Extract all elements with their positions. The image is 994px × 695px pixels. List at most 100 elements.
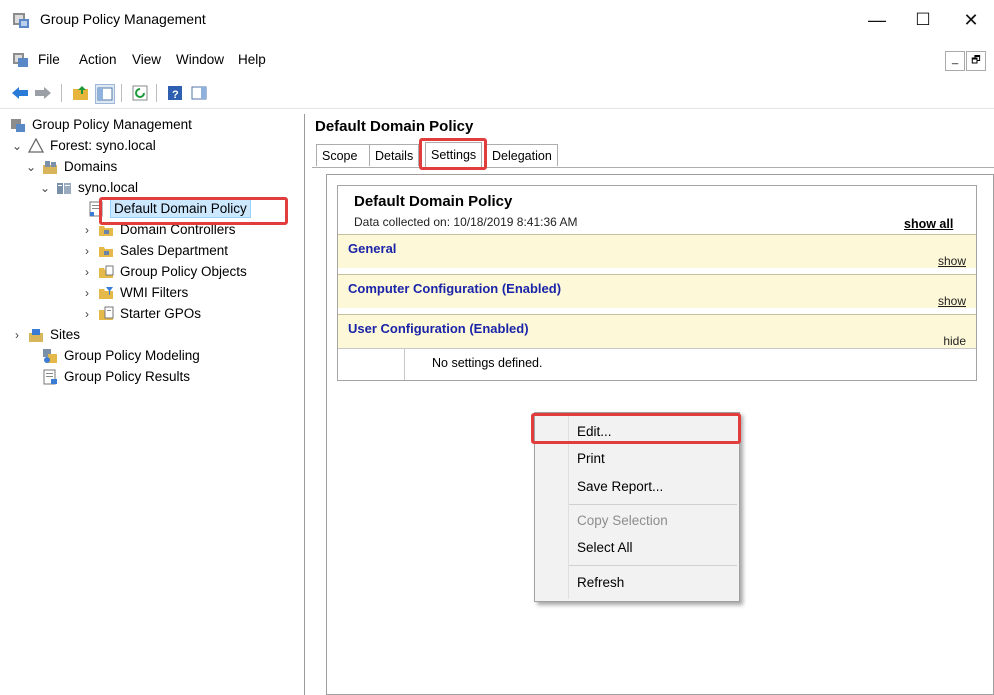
chevron-right-icon[interactable]: › <box>80 223 94 237</box>
mdi-restore-button[interactable]: 🗗 <box>966 51 986 71</box>
tree-label: Group Policy Modeling <box>64 348 200 363</box>
tree-label: Sales Department <box>120 243 229 258</box>
chevron-right-icon[interactable]: › <box>10 328 24 342</box>
forward-arrow-icon[interactable] <box>34 84 52 102</box>
tab-delegation[interactable]: Delegation <box>486 144 558 166</box>
hide-link[interactable]: hide <box>943 334 966 348</box>
menu-item-refresh[interactable]: Refresh <box>536 571 738 595</box>
forest-triangle-icon <box>28 137 44 154</box>
tree-label: Domain Controllers <box>120 222 236 237</box>
up-folder-icon[interactable] <box>72 84 90 102</box>
tree-label: Domains <box>64 159 118 174</box>
menu-item-edit[interactable]: Edit... <box>536 420 738 444</box>
tab-divider <box>312 167 994 168</box>
chevron-down-icon[interactable]: ⌄ <box>10 139 24 153</box>
mdi-child-icon[interactable] <box>12 51 29 68</box>
tab-details[interactable]: Details <box>369 144 419 166</box>
tree-node-results[interactable]: Group Policy Results <box>4 366 304 387</box>
menu-item-select-all[interactable]: Select All <box>536 536 738 560</box>
chevron-right-icon[interactable]: › <box>80 307 94 321</box>
section-computer-configuration[interactable]: Computer Configuration (Enabled) show <box>338 274 976 308</box>
tree-node-domains[interactable]: ⌄ Domains <box>4 156 304 177</box>
section-label: General <box>348 241 397 256</box>
menu-item-save-report[interactable]: Save Report... <box>536 475 738 499</box>
refresh-icon[interactable] <box>131 84 149 102</box>
gpm-app-icon <box>13 13 29 28</box>
ou-folder-icon <box>98 243 114 259</box>
section-general[interactable]: General show <box>338 234 976 268</box>
wmi-filter-icon <box>98 285 114 301</box>
ou-folder-icon <box>98 222 114 238</box>
chevron-right-icon[interactable]: › <box>80 244 94 258</box>
domains-icon <box>42 159 58 175</box>
menu-item-copy-selection: Copy Selection <box>577 513 668 528</box>
tree-node-default-domain-policy[interactable]: Default Domain Policy <box>4 198 304 219</box>
toolbar-separator <box>121 84 122 102</box>
tree-node-group-policy-objects[interactable]: › Group Policy Objects <box>4 261 304 282</box>
back-arrow-icon[interactable] <box>11 84 29 102</box>
starter-gpo-icon <box>98 306 114 322</box>
gp-results-icon <box>42 369 58 385</box>
menu-bar: File Action View Window Help _ 🗗 <box>0 47 994 73</box>
tree-node-modeling[interactable]: Group Policy Modeling <box>4 345 304 366</box>
chevron-right-icon[interactable]: › <box>80 265 94 279</box>
svg-text:?: ? <box>172 89 179 101</box>
chevron-down-icon[interactable]: ⌄ <box>24 160 38 174</box>
tab-scope[interactable]: Scope <box>316 144 370 166</box>
window-title: Group Policy Management <box>40 11 206 27</box>
menu-window[interactable]: Window <box>176 52 224 67</box>
menu-file[interactable]: File <box>38 52 60 67</box>
gp-modeling-icon <box>42 348 58 364</box>
close-button[interactable]: ✕ <box>948 0 994 40</box>
tree-label: Forest: syno.local <box>50 138 156 153</box>
tree-label: Group Policy Results <box>64 369 191 384</box>
chevron-down-icon[interactable]: ⌄ <box>38 181 52 195</box>
details-pane: Default Domain Policy Scope Details Sett… <box>312 114 994 695</box>
tree-node-domain[interactable]: ⌄ syno.local <box>4 177 304 198</box>
menu-item-print[interactable]: Print <box>536 447 738 471</box>
tab-settings[interactable]: Settings <box>425 142 482 168</box>
tree-label: syno.local <box>78 180 139 195</box>
console-tree: Group Policy Management ⌄ Forest: syno.l… <box>4 114 305 695</box>
domain-icon <box>56 180 72 196</box>
help-icon[interactable]: ? <box>166 84 184 102</box>
no-settings-text: No settings defined. <box>432 356 543 370</box>
menu-action[interactable]: Action <box>79 52 117 67</box>
gpo-container-icon <box>98 264 114 280</box>
toolbar: ? <box>0 78 994 109</box>
show-link[interactable]: show <box>938 294 966 308</box>
show-link[interactable]: show <box>938 254 966 268</box>
menu-separator <box>569 504 737 505</box>
show-all-link[interactable]: show all <box>904 217 953 231</box>
tree-node-starter-gpos[interactable]: › Starter GPOs <box>4 303 304 324</box>
menu-view[interactable]: View <box>132 52 161 67</box>
toolbar-separator <box>156 84 157 102</box>
tree-label: Default Domain Policy <box>110 199 251 218</box>
sites-icon <box>28 327 44 343</box>
tree-node-sites[interactable]: › Sites <box>4 324 304 345</box>
column-divider <box>404 349 405 380</box>
tree-label: Sites <box>50 327 81 342</box>
show-hide-console-tree-icon[interactable] <box>95 84 115 104</box>
menu-help[interactable]: Help <box>238 52 266 67</box>
tree-node-wmi-filters[interactable]: › WMI Filters <box>4 282 304 303</box>
user-config-body: No settings defined. <box>338 348 976 380</box>
minimize-button[interactable]: — <box>854 0 900 40</box>
section-label: Computer Configuration (Enabled) <box>348 281 562 296</box>
mdi-minimize-button[interactable]: _ <box>945 51 965 71</box>
title-bar: Group Policy Management — ☐ ✕ <box>0 0 994 40</box>
tree-label: WMI Filters <box>120 285 189 300</box>
tree-node-root[interactable]: Group Policy Management <box>4 114 304 135</box>
report-collected-date: Data collected on: 10/18/2019 8:41:36 AM <box>354 215 578 229</box>
tree-node-domain-controllers[interactable]: › Domain Controllers <box>4 219 304 240</box>
show-action-pane-icon[interactable] <box>190 84 208 102</box>
tree-node-sales-department[interactable]: › Sales Department <box>4 240 304 261</box>
section-user-configuration[interactable]: User Configuration (Enabled) hide <box>338 314 976 348</box>
chevron-right-icon[interactable]: › <box>80 286 94 300</box>
section-label: User Configuration (Enabled) <box>348 321 529 336</box>
tree-node-forest[interactable]: ⌄ Forest: syno.local <box>4 135 304 156</box>
maximize-button[interactable]: ☐ <box>900 0 946 40</box>
settings-report: Default Domain Policy Data collected on:… <box>337 185 977 381</box>
report-title: Default Domain Policy <box>354 193 513 210</box>
tree-label: Group Policy Objects <box>120 264 247 279</box>
